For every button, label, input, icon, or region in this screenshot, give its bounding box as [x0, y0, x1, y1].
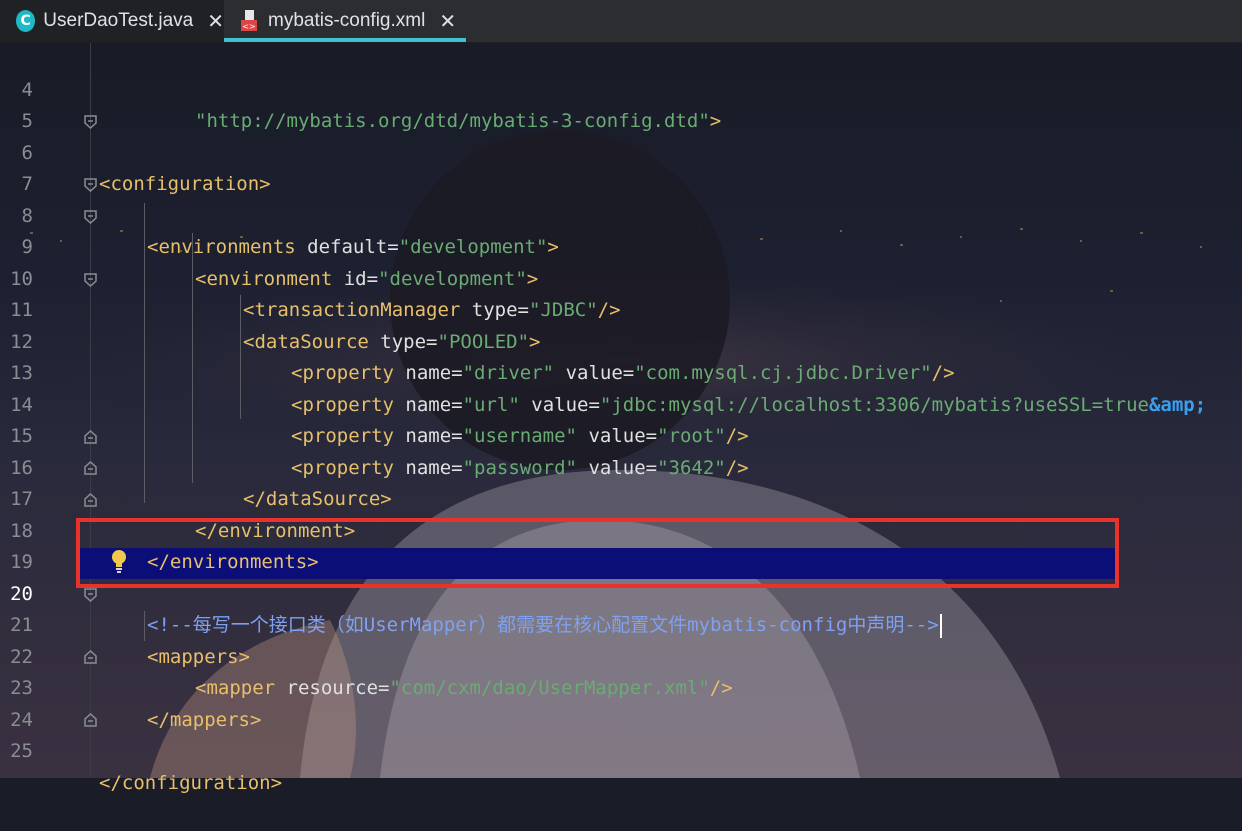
code-line: 12 <property name="driver" value="com.my… — [0, 295, 1242, 385]
code-line: 25 </configuration> — [0, 705, 1242, 794]
code-line: 14 <property name="username" value="root… — [0, 358, 1242, 448]
code-line: 18 </environments> — [0, 484, 1242, 574]
java-class-icon: C — [16, 10, 36, 32]
code-line: 13 <property name="url" value="jdbc:mysq… — [0, 327, 1242, 416]
code-line: 9 <environment id="development"> — [0, 201, 1242, 290]
tab-label: UserDaoTest.java — [43, 10, 194, 31]
svg-text:<>: <> — [242, 22, 255, 31]
lightbulb-icon[interactable] — [109, 548, 129, 574]
highlight-annotation-box — [76, 518, 1119, 588]
close-tab-icon[interactable]: ✕ — [207, 9, 224, 34]
code-line: 5 — [0, 75, 1242, 132]
code-editor[interactable]: 4 "http://mybatis.org/dtd/mybatis-3-conf… — [0, 43, 1242, 794]
code-line: 10 <transactionManager type="JDBC"/> — [0, 232, 1242, 322]
tab-mybatis-config-xml[interactable]: <> mybatis-config.xml ✕ — [224, 0, 466, 42]
close-tab-icon[interactable]: ✕ — [439, 9, 456, 34]
editor-tab-bar: C UserDaoTest.java ✕ <> mybatis-config.x… — [0, 0, 1242, 43]
code-line: 4 "http://mybatis.org/dtd/mybatis-3-conf… — [0, 43, 1242, 133]
code-line: 8 <environments default="development"> — [0, 169, 1242, 259]
xml-file-icon: <> — [238, 9, 260, 33]
code-line: 6 <configuration> — [0, 106, 1242, 196]
line-number: 25 — [10, 740, 33, 762]
code-line: 16 </dataSource> — [0, 421, 1242, 511]
code-line: 24 — [0, 673, 1242, 731]
code-line: 15 <property name="password" value="3642… — [0, 390, 1242, 479]
tab-label: mybatis-config.xml — [268, 10, 426, 31]
code-line: 22 <mapper resource="com/cxm/dao/UserMap… — [0, 610, 1242, 700]
code-line: 23 </mappers> — [0, 642, 1242, 731]
code-line: 17 </environment> — [0, 453, 1242, 542]
tab-userdaotest-java[interactable]: C UserDaoTest.java ✕ — [0, 0, 224, 42]
code-line: 7 — [0, 138, 1242, 195]
code-line: 11 <dataSource type="POOLED"> — [0, 264, 1242, 353]
